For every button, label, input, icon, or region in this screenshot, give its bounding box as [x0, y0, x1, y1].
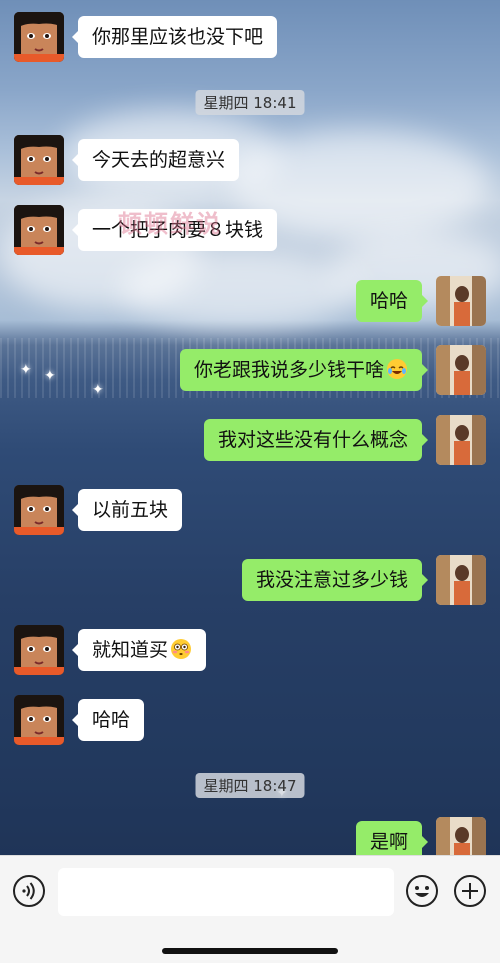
timestamp-badge: 星期四 18:41 — [195, 90, 305, 115]
timestamp-text: 星期四 18:41 — [203, 94, 297, 112]
message-text: 你老跟我说多少钱干啥 — [193, 359, 384, 381]
message-row: 我对这些没有什么概念 — [0, 411, 500, 465]
contact-avatar[interactable] — [14, 12, 64, 62]
photo-avatar-icon — [436, 345, 486, 395]
photo-avatar-icon — [436, 415, 486, 465]
laugh-cry-emoji-icon — [387, 359, 407, 379]
plus-icon[interactable] — [453, 874, 487, 908]
message-row: 哈哈 — [0, 691, 500, 745]
self-avatar[interactable] — [436, 555, 486, 605]
timestamp-badge: 星期四 18:47 — [195, 773, 305, 798]
watermark: 顿顿鲜说 — [118, 210, 222, 238]
photo-avatar-icon — [436, 555, 486, 605]
message-bubble[interactable]: 我对这些没有什么概念 — [203, 419, 429, 461]
message-row: 你那里应该也没下吧 — [0, 8, 500, 62]
contact-avatar[interactable] — [14, 485, 64, 535]
message-text: 哈哈 — [92, 709, 131, 731]
message-bubble[interactable]: 我没注意过多少钱 — [241, 559, 429, 601]
timestamp-text: 星期四 18:47 — [203, 777, 297, 795]
message-text: 以前五块 — [92, 499, 169, 521]
message-bubble[interactable]: 哈哈 — [355, 280, 429, 322]
message-row: 就知道买 — [0, 621, 500, 675]
message-text: 哈哈 — [369, 290, 408, 312]
self-avatar[interactable] — [436, 415, 486, 465]
emoji-icon[interactable] — [405, 874, 439, 908]
contact-avatar[interactable] — [14, 625, 64, 675]
contact-avatar[interactable] — [14, 205, 64, 255]
message-row: 以前五块 — [0, 481, 500, 535]
child-face-avatar-icon — [14, 625, 64, 675]
message-text: 你那里应该也没下吧 — [92, 26, 264, 48]
child-face-avatar-icon — [14, 12, 64, 62]
message-bubble[interactable]: 你老跟我说多少钱干啥 — [179, 349, 429, 391]
child-face-avatar-icon — [14, 205, 64, 255]
self-avatar[interactable] — [436, 345, 486, 395]
photo-avatar-icon — [436, 276, 486, 326]
message-bubble[interactable]: 今天去的超意兴 — [71, 139, 240, 181]
message-input[interactable] — [58, 868, 394, 916]
contact-avatar[interactable] — [14, 695, 64, 745]
child-face-avatar-icon — [14, 695, 64, 745]
message-text: 今天去的超意兴 — [92, 149, 226, 171]
home-indicator — [162, 948, 338, 954]
child-face-avatar-icon — [14, 485, 64, 535]
message-row: 今天去的超意兴 — [0, 131, 500, 185]
message-bubble[interactable]: 你那里应该也没下吧 — [71, 16, 278, 58]
chat-input-bar — [0, 855, 500, 963]
message-text: 我没注意过多少钱 — [255, 569, 408, 591]
voice-icon[interactable] — [12, 874, 46, 908]
child-face-avatar-icon — [14, 135, 64, 185]
message-text: 我对这些没有什么概念 — [217, 429, 408, 451]
message-text: 就知道买 — [92, 639, 169, 661]
message-row: 哈哈 — [0, 272, 500, 326]
message-row: 一个把子肉要８块钱 — [0, 201, 500, 255]
message-bubble[interactable]: 哈哈 — [71, 699, 145, 741]
message-row: 我没注意过多少钱 — [0, 551, 500, 605]
message-bubble[interactable]: 就知道买 — [71, 629, 207, 671]
contact-avatar[interactable] — [14, 135, 64, 185]
self-avatar[interactable] — [436, 276, 486, 326]
message-text: 是啊 — [369, 831, 408, 853]
message-row: 你老跟我说多少钱干啥 — [0, 341, 500, 395]
message-bubble[interactable]: 以前五块 — [71, 489, 183, 531]
flushed-emoji-icon — [171, 639, 192, 659]
